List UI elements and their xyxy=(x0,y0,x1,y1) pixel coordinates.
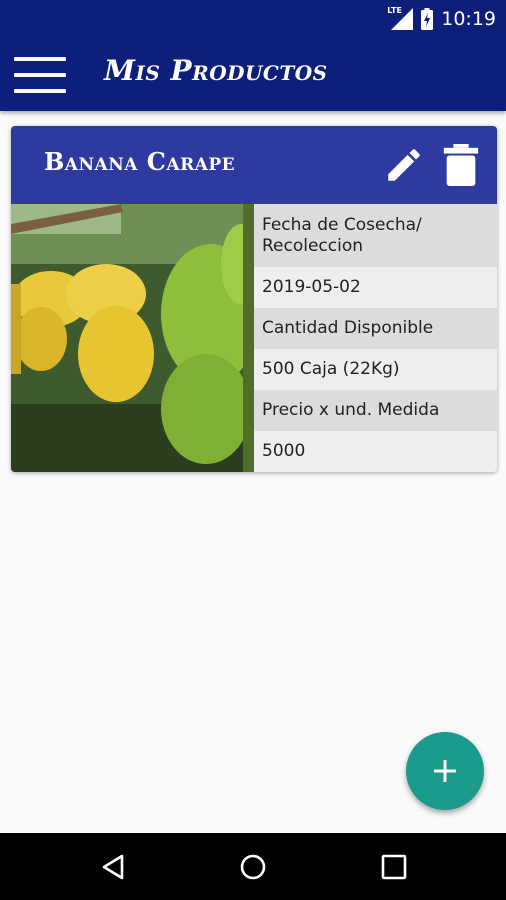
back-icon[interactable] xyxy=(100,853,128,881)
edit-icon[interactable] xyxy=(383,144,425,186)
product-card[interactable]: Banana Carape Fecha de Cosecha/ Recolecc… xyxy=(11,126,497,472)
home-icon[interactable] xyxy=(239,853,267,881)
lte-signal-icon: LTE xyxy=(387,6,414,30)
quantity-label: Cantidad Disponible xyxy=(254,308,497,349)
product-details: Fecha de Cosecha/ Recoleccion 2019-05-02… xyxy=(254,204,497,472)
price-label: Precio x und. Medida xyxy=(254,390,497,431)
clock: 10:19 xyxy=(441,8,496,30)
delete-icon[interactable] xyxy=(443,144,479,186)
recents-icon[interactable] xyxy=(381,854,407,880)
quantity-value: 500 Caja (22Kg) xyxy=(254,349,497,390)
app-bar: Mis Productos xyxy=(0,37,506,111)
plus-icon xyxy=(434,760,456,782)
harvest-date-label: Fecha de Cosecha/ Recoleccion xyxy=(254,204,497,267)
system-nav-bar xyxy=(0,833,506,900)
status-icons: LTE 10:19 xyxy=(387,6,496,32)
harvest-date-value: 2019-05-02 xyxy=(254,267,497,308)
network-label: LTE xyxy=(387,6,402,15)
page-title: Mis Productos xyxy=(104,54,328,87)
price-value: 5000 xyxy=(254,431,497,472)
product-card-header: Banana Carape xyxy=(11,126,497,204)
status-bar: LTE 10:19 xyxy=(0,0,506,37)
hamburger-menu-icon[interactable] xyxy=(12,53,68,97)
add-product-button[interactable] xyxy=(406,732,484,810)
battery-charging-icon xyxy=(421,8,434,30)
product-name: Banana Carape xyxy=(44,147,236,176)
product-image xyxy=(11,204,254,472)
